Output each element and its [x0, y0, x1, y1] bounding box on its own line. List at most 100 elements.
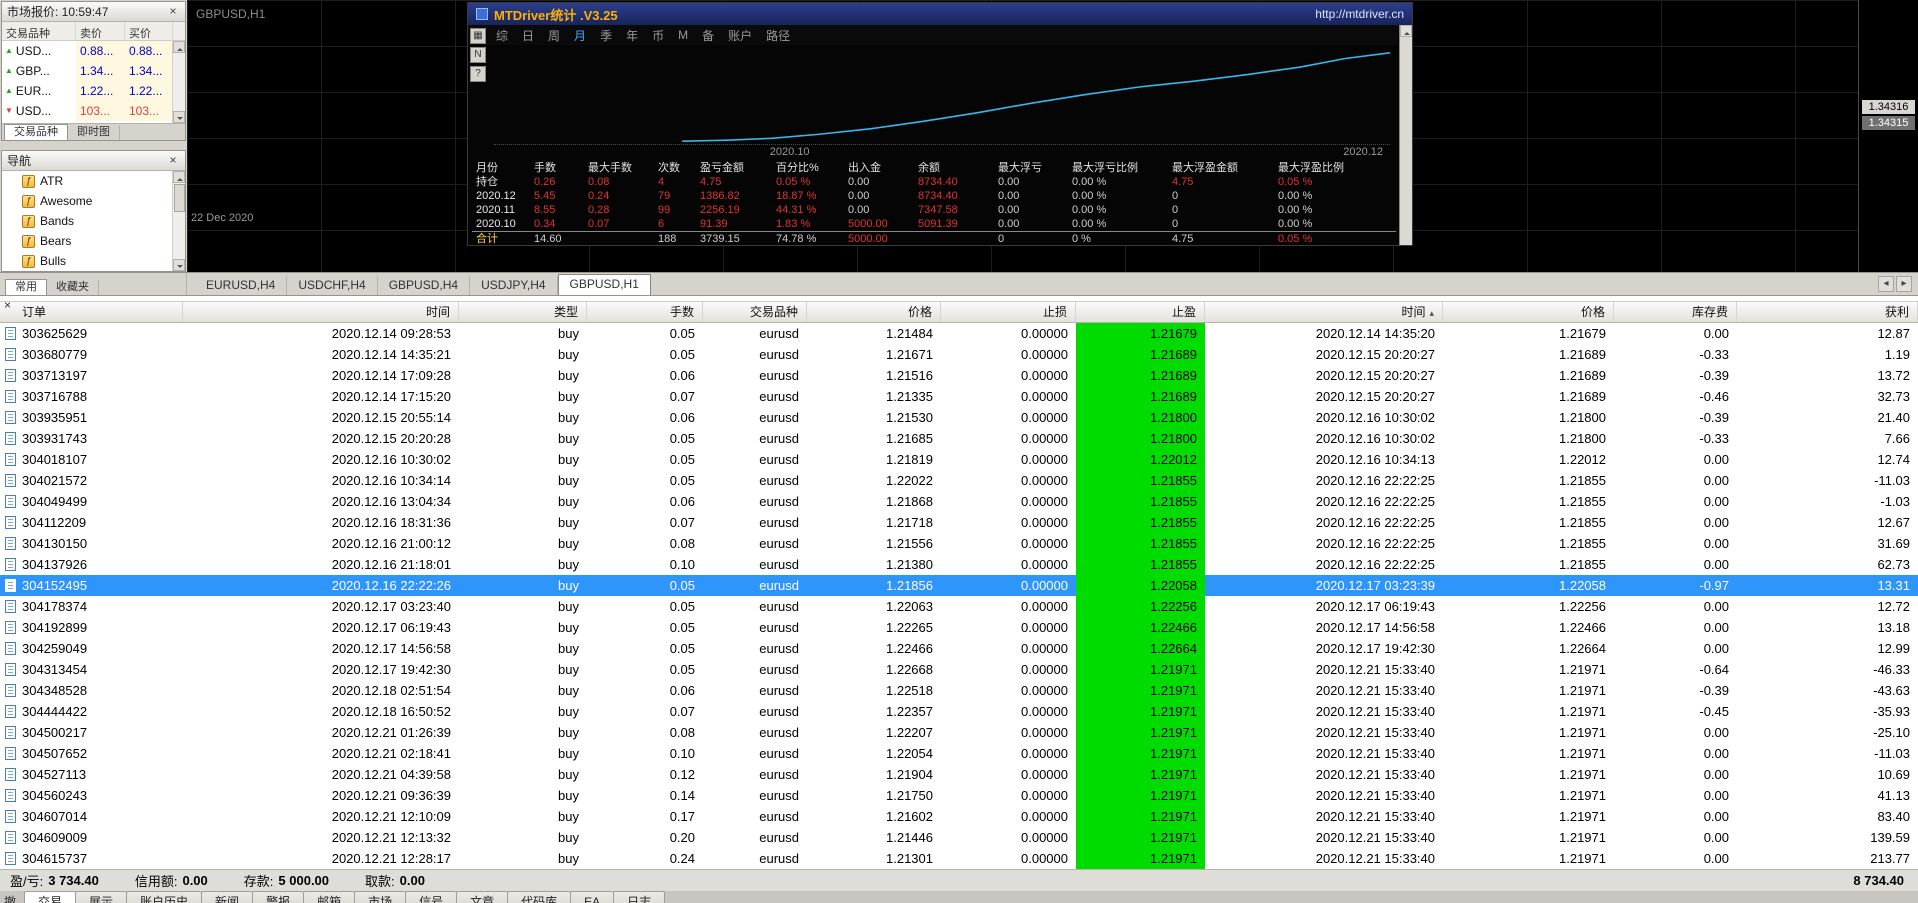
stats-menu-item[interactable]: 季 — [600, 27, 612, 44]
bottom-tab-信号[interactable]: 信号 — [405, 891, 457, 903]
table-row[interactable]: 304130150 2020.12.16 21:00:12 buy 0.08 e… — [0, 533, 1918, 554]
stats-menu-item[interactable]: 路径 — [766, 27, 790, 44]
tab-交易品种[interactable]: 交易品种 — [4, 124, 68, 140]
orders-column-header[interactable]: 时间 — [183, 302, 459, 322]
close-icon[interactable]: × — [166, 4, 180, 19]
orders-column-header[interactable]: 时间 ▴ — [1205, 302, 1443, 322]
bottom-tab-展示[interactable]: 展示 — [75, 891, 127, 903]
bottom-tab-市场[interactable]: 市场 — [354, 891, 406, 903]
orders-column-header[interactable]: 价格 — [807, 302, 941, 322]
table-row[interactable]: 304178374 2020.12.17 03:23:40 buy 0.05 e… — [0, 596, 1918, 617]
table-row[interactable]: 304500217 2020.12.21 01:26:39 buy 0.08 e… — [0, 722, 1918, 743]
table-row[interactable]: 304527113 2020.12.21 04:39:58 buy 0.12 e… — [0, 764, 1918, 785]
scroll-up-icon[interactable] — [173, 171, 185, 183]
stats-side-button[interactable]: N — [470, 47, 486, 63]
table-row[interactable]: 303625629 2020.12.14 09:28:53 buy 0.05 e… — [0, 323, 1918, 344]
orders-column-header[interactable]: 库存费 — [1614, 302, 1737, 322]
table-row[interactable]: 304615737 2020.12.21 12:28:17 buy 0.24 e… — [0, 848, 1918, 869]
orders-column-header[interactable]: 止盈 — [1076, 302, 1205, 322]
bottom-tab-邮箱[interactable]: 邮箱 — [303, 891, 355, 903]
table-row[interactable]: 303931743 2020.12.15 20:20:28 buy 0.05 e… — [0, 428, 1918, 449]
chart-area[interactable]: GBPUSD,H1 22 Dec 2020 1.34316 1.34315 MTD… — [187, 0, 1918, 272]
bottom-tab-账户历史[interactable]: 账户历史 — [126, 891, 202, 903]
stats-menu-item[interactable]: 年 — [626, 27, 638, 44]
table-row[interactable]: 303713197 2020.12.14 17:09:28 buy 0.06 e… — [0, 365, 1918, 386]
market-watch-scrollbar[interactable] — [172, 41, 185, 123]
chart-tab-GBPUSD,H4[interactable]: GBPUSD,H4 — [378, 276, 471, 295]
tab-常用[interactable]: 常用 — [5, 279, 47, 295]
scroll-down-icon[interactable] — [173, 111, 185, 123]
chart-tab-GBPUSD,H1[interactable]: GBPUSD,H1 — [557, 274, 651, 295]
orders-column-header[interactable]: 止损 — [941, 302, 1076, 322]
bottom-tab-文章[interactable]: 文章 — [456, 891, 508, 903]
nav-item-bulls[interactable]: ƒ Bulls — [2, 251, 172, 271]
market-watch-row[interactable]: ▼ USD... 103... 103... — [2, 101, 172, 121]
tab-scroll-left-icon[interactable]: ◂ — [1878, 276, 1894, 292]
table-row[interactable]: 304348528 2020.12.18 02:51:54 buy 0.06 e… — [0, 680, 1918, 701]
market-watch-row[interactable]: ▲ GBP... 1.34... 1.34... — [2, 61, 172, 81]
table-row[interactable]: 304192899 2020.12.17 06:19:43 buy 0.05 e… — [0, 617, 1918, 638]
close-icon[interactable]: × — [166, 153, 180, 168]
orders-column-header[interactable]: 手数 — [587, 302, 703, 322]
scroll-up-icon[interactable] — [1400, 25, 1412, 37]
stats-menu-item[interactable]: M — [678, 28, 688, 42]
orders-column-header[interactable]: 价格 — [1443, 302, 1614, 322]
table-row[interactable]: 304137926 2020.12.16 21:18:01 buy 0.10 e… — [0, 554, 1918, 575]
stats-menu-item[interactable]: 周 — [548, 27, 560, 44]
stats-panel-url[interactable]: http://mtdriver.cn — [1315, 7, 1404, 21]
orders-column-header[interactable]: 获利 — [1737, 302, 1918, 322]
market-watch-row[interactable]: ▲ USD... 0.88... 0.88... — [2, 41, 172, 61]
scrollbar-thumb[interactable] — [174, 184, 185, 212]
navigator-scrollbar[interactable] — [172, 171, 185, 271]
bottom-tab-日志[interactable]: 日志 — [613, 891, 666, 903]
stats-menu-item[interactable]: 币 — [652, 27, 664, 44]
table-row[interactable]: 304049499 2020.12.16 13:04:34 buy 0.06 e… — [0, 491, 1918, 512]
table-row[interactable]: 304444422 2020.12.18 16:50:52 buy 0.07 e… — [0, 701, 1918, 722]
column-bid[interactable]: 卖价 — [76, 22, 125, 41]
stats-menu-item[interactable]: 月 — [574, 27, 586, 44]
orders-column-header[interactable]: 类型 — [459, 302, 587, 322]
chart-tab-USDCHF,H4[interactable]: USDCHF,H4 — [287, 276, 378, 295]
market-watch-row[interactable]: ▲ EUR... 1.22... 1.22... — [2, 81, 172, 101]
orders-column-header[interactable]: 订单 — [0, 302, 183, 322]
tab-即时图[interactable]: 即时图 — [68, 125, 120, 140]
stats-side-button[interactable]: ▦ — [470, 28, 486, 44]
table-row[interactable]: 304021572 2020.12.16 10:34:14 buy 0.05 e… — [0, 470, 1918, 491]
chart-tab-USDJPY,H4[interactable]: USDJPY,H4 — [470, 276, 558, 295]
bottom-tab-警报[interactable]: 警报 — [252, 891, 304, 903]
table-row[interactable]: 304259049 2020.12.17 14:56:58 buy 0.05 e… — [0, 638, 1918, 659]
scroll-up-icon[interactable] — [173, 41, 185, 53]
nav-item-awesome[interactable]: ƒ Awesome — [2, 191, 172, 211]
table-row[interactable]: 304560243 2020.12.21 09:36:39 buy 0.14 e… — [0, 785, 1918, 806]
bottom-tab-EA[interactable]: EA — [570, 891, 614, 903]
stats-menu-item[interactable]: 日 — [522, 27, 534, 44]
table-row[interactable]: 304609009 2020.12.21 12:13:32 buy 0.20 e… — [0, 827, 1918, 848]
stats-scrollbar[interactable] — [1399, 25, 1412, 245]
stats-menu-item[interactable]: 综 — [496, 27, 508, 44]
scroll-down-icon[interactable] — [173, 259, 185, 271]
nav-item-bears[interactable]: ƒ Bears — [2, 231, 172, 251]
stats-menu-item[interactable]: 备 — [702, 27, 714, 44]
column-symbol[interactable]: 交易品种 — [2, 22, 76, 41]
close-icon[interactable]: × — [4, 299, 11, 311]
column-ask[interactable]: 买价 — [125, 22, 173, 41]
table-row[interactable]: 304152495 2020.12.16 22:22:26 buy 0.05 e… — [0, 575, 1918, 596]
orders-column-header[interactable]: 交易品种 — [703, 302, 807, 322]
table-row[interactable]: 304313454 2020.12.17 19:42:30 buy 0.05 e… — [0, 659, 1918, 680]
table-row[interactable]: 303680779 2020.12.14 14:35:21 buy 0.05 e… — [0, 344, 1918, 365]
chart-tab-EURUSD,H4[interactable]: EURUSD,H4 — [195, 276, 288, 295]
bottom-tab-代码库[interactable]: 代码库 — [507, 891, 571, 903]
nav-item-bands[interactable]: ƒ Bands — [2, 211, 172, 231]
table-row[interactable]: 304507652 2020.12.21 02:18:41 buy 0.10 e… — [0, 743, 1918, 764]
table-row[interactable]: 303935951 2020.12.15 20:55:14 buy 0.06 e… — [0, 407, 1918, 428]
bottom-tab-新闻[interactable]: 新闻 — [201, 891, 253, 903]
tab-scroll-right-icon[interactable]: ▸ — [1896, 276, 1912, 292]
stats-menu-item[interactable]: 账户 — [728, 27, 752, 44]
table-row[interactable]: 304018107 2020.12.16 10:30:02 buy 0.05 e… — [0, 449, 1918, 470]
stats-side-button[interactable]: ? — [470, 66, 486, 82]
nav-item-atr[interactable]: ƒ ATR — [2, 171, 172, 191]
table-row[interactable]: 304112209 2020.12.16 18:31:36 buy 0.07 e… — [0, 512, 1918, 533]
table-row[interactable]: 303716788 2020.12.14 17:15:20 buy 0.07 e… — [0, 386, 1918, 407]
bottom-tab-交易[interactable]: 交易 — [24, 891, 76, 903]
table-row[interactable]: 304607014 2020.12.21 12:10:09 buy 0.17 e… — [0, 806, 1918, 827]
